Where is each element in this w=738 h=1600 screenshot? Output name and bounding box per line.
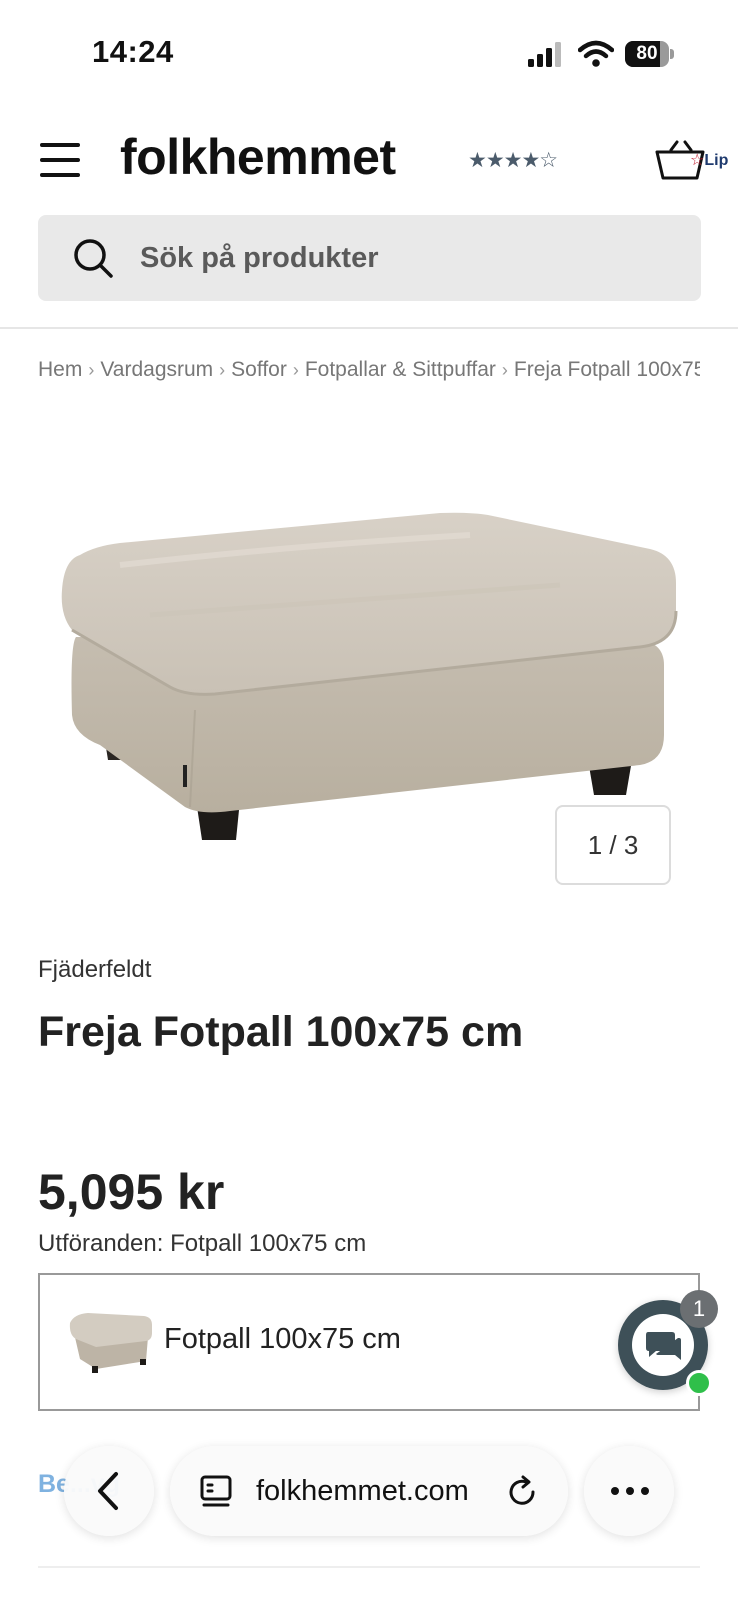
reload-icon[interactable] bbox=[504, 1474, 540, 1510]
battery-percent: 80 bbox=[636, 43, 658, 64]
breadcrumb-item-vardagsrum[interactable]: Vardagsrum bbox=[100, 358, 213, 381]
breadcrumb-separator: › bbox=[88, 360, 95, 380]
breadcrumb-separator: › bbox=[292, 360, 299, 380]
image-counter: 1 / 3 bbox=[555, 805, 671, 885]
address-bar[interactable]: folkhemmet.com bbox=[170, 1446, 568, 1536]
breadcrumb-item-current[interactable]: Freja Fotpall 100x75 cm bbox=[514, 358, 700, 381]
search-input[interactable] bbox=[140, 215, 680, 301]
breadcrumb-separator: › bbox=[501, 360, 508, 380]
breadcrumb-item-fotpallar[interactable]: Fotpallar & Sittpuffar bbox=[305, 358, 496, 381]
partner-label[interactable]: ☆Lip bbox=[690, 150, 728, 170]
signal-icon bbox=[528, 42, 561, 67]
site-logo[interactable]: folkhemmet bbox=[120, 128, 396, 186]
rating-stars[interactable]: ★★★★☆ bbox=[468, 148, 558, 173]
breadcrumb-item-soffor[interactable]: Soffor bbox=[231, 358, 287, 381]
product-title: Freja Fotpall 100x75 cm bbox=[38, 1008, 524, 1056]
browser-more-button[interactable] bbox=[584, 1446, 674, 1536]
battery-icon: 80 bbox=[625, 41, 675, 67]
chat-online-indicator bbox=[686, 1370, 712, 1396]
product-brand[interactable]: Fjäderfeldt bbox=[38, 956, 151, 984]
chevron-left-icon bbox=[98, 1472, 118, 1510]
chat-notification-badge: 1 bbox=[680, 1290, 718, 1328]
bottom-divider bbox=[38, 1566, 700, 1568]
variant-option[interactable]: Fotpall 100x75 cm bbox=[38, 1273, 700, 1411]
header-divider bbox=[0, 327, 738, 329]
search-bar[interactable] bbox=[38, 215, 701, 301]
product-price: 5,095 kr bbox=[38, 1164, 225, 1220]
variant-label: Utföranden: Fotpall 100x75 cm bbox=[38, 1230, 367, 1257]
breadcrumb-item-hem[interactable]: Hem bbox=[38, 358, 82, 381]
breadcrumb: Hem › Vardagsrum › Soffor › Fotpallar & Sittpu… bbox=[38, 358, 700, 388]
url-text[interactable]: folkhemmet.com bbox=[256, 1446, 469, 1536]
wifi-icon bbox=[578, 40, 614, 67]
chat-icon bbox=[646, 1332, 681, 1360]
search-icon[interactable] bbox=[72, 237, 114, 279]
browser-back-button[interactable] bbox=[64, 1446, 154, 1536]
tabs-icon[interactable] bbox=[198, 1474, 234, 1510]
more-icon bbox=[611, 1487, 649, 1495]
status-time: 14:24 bbox=[92, 34, 174, 69]
breadcrumb-separator: › bbox=[219, 360, 226, 380]
variant-thumbnail bbox=[69, 1313, 152, 1373]
menu-icon[interactable] bbox=[40, 143, 80, 177]
variant-name: Fotpall 100x75 cm bbox=[164, 1323, 401, 1355]
